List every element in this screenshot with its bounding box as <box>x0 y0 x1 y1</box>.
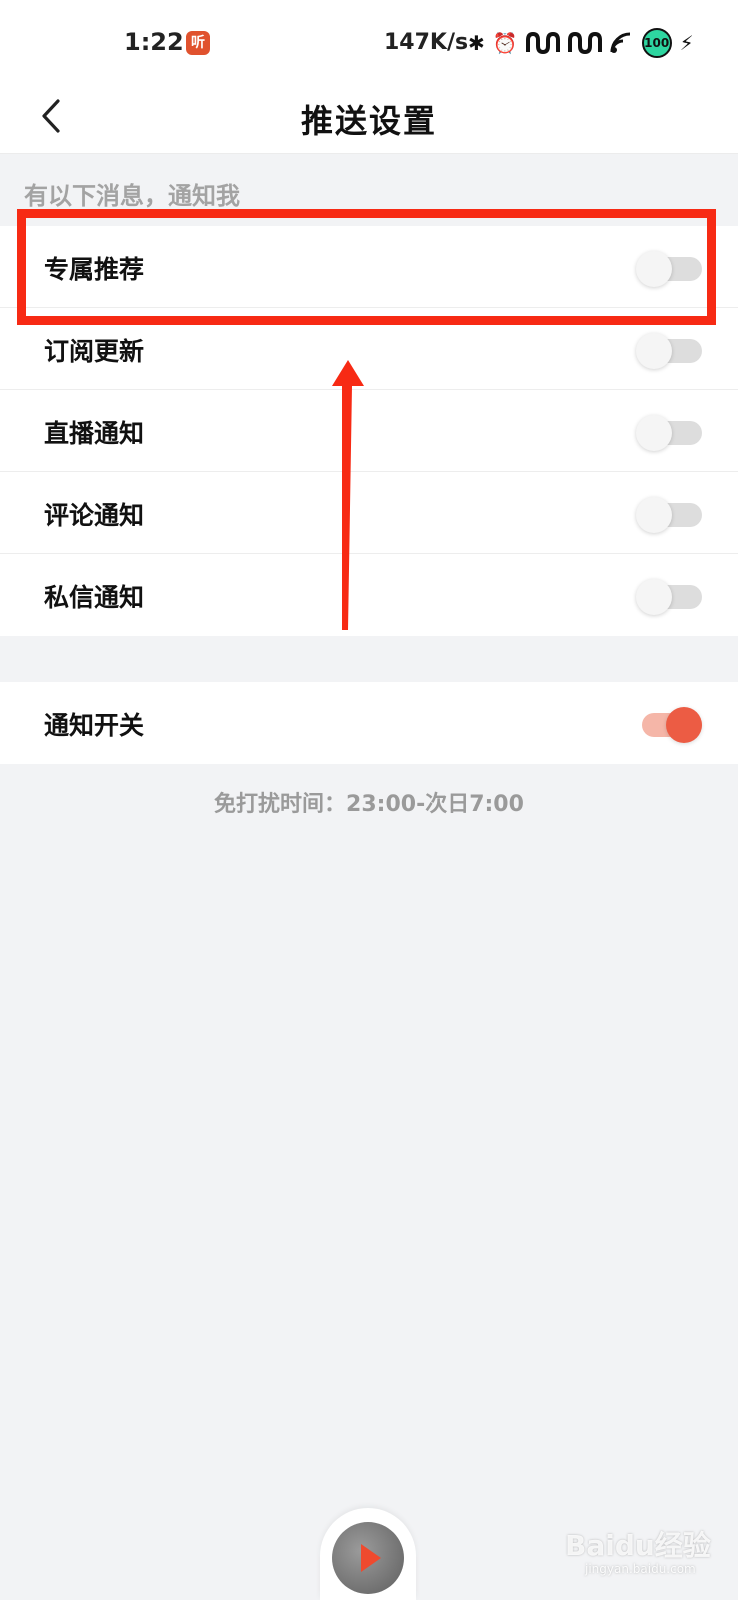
notification-row-live: 直播通知 <box>0 390 738 472</box>
row-label: 私信通知 <box>44 583 145 612</box>
charging-icon: ⚡ <box>679 31 694 55</box>
mini-player <box>320 1508 416 1600</box>
row-label: 通知开关 <box>44 711 145 740</box>
status-icons: ✱ ⏰ 100 ⚡ <box>468 28 694 58</box>
notification-list: 专属推荐 订阅更新 直播通知 评论通知 私信通知 <box>0 226 738 636</box>
wifi-icon <box>610 32 630 53</box>
alarm-icon: ⏰ <box>492 31 518 55</box>
nav-header: 推送设置 <box>0 78 738 154</box>
notification-row-exclusive: 专属推荐 <box>0 226 738 308</box>
signal-icon <box>567 32 602 54</box>
player-cover[interactable] <box>332 1522 404 1594</box>
live-notification-toggle[interactable] <box>636 415 702 451</box>
bluetooth-icon: ✱ <box>468 31 485 55</box>
master-notification-toggle[interactable] <box>636 707 702 743</box>
comment-notification-toggle[interactable] <box>636 497 702 533</box>
status-time: 1:22 <box>124 28 184 56</box>
page-title: 推送设置 <box>300 102 437 140</box>
row-label: 直播通知 <box>44 419 145 448</box>
notification-row-subscription: 订阅更新 <box>0 308 738 390</box>
app-notification-icon: 听 <box>186 31 210 55</box>
signal-icon <box>525 32 560 54</box>
private-message-toggle[interactable] <box>636 579 702 615</box>
battery-icon: 100 <box>641 28 672 58</box>
exclusive-recommend-toggle[interactable] <box>636 251 702 287</box>
master-switch-row: 通知开关 <box>0 682 738 764</box>
do-not-disturb-time: 免打扰时间：23:00-次日7:00 <box>214 792 524 817</box>
subscription-update-toggle[interactable] <box>636 333 702 369</box>
notification-row-message: 私信通知 <box>0 554 738 636</box>
watermark-url: jingyan.baidu.com <box>585 1562 696 1576</box>
network-speed: 147K/s <box>384 30 469 55</box>
row-label: 专属推荐 <box>44 255 145 284</box>
section-label: 有以下消息，通知我 <box>24 182 240 210</box>
row-label: 评论通知 <box>44 501 145 530</box>
master-switch-section: 通知开关 <box>0 682 738 764</box>
play-icon[interactable] <box>361 1544 381 1572</box>
row-label: 订阅更新 <box>44 337 145 366</box>
notification-row-comment: 评论通知 <box>0 472 738 554</box>
watermark-logo: Baidu经验 <box>565 1529 711 1562</box>
status-bar: 1:22 听 147K/s ✱ ⏰ 100 ⚡ <box>0 0 738 78</box>
